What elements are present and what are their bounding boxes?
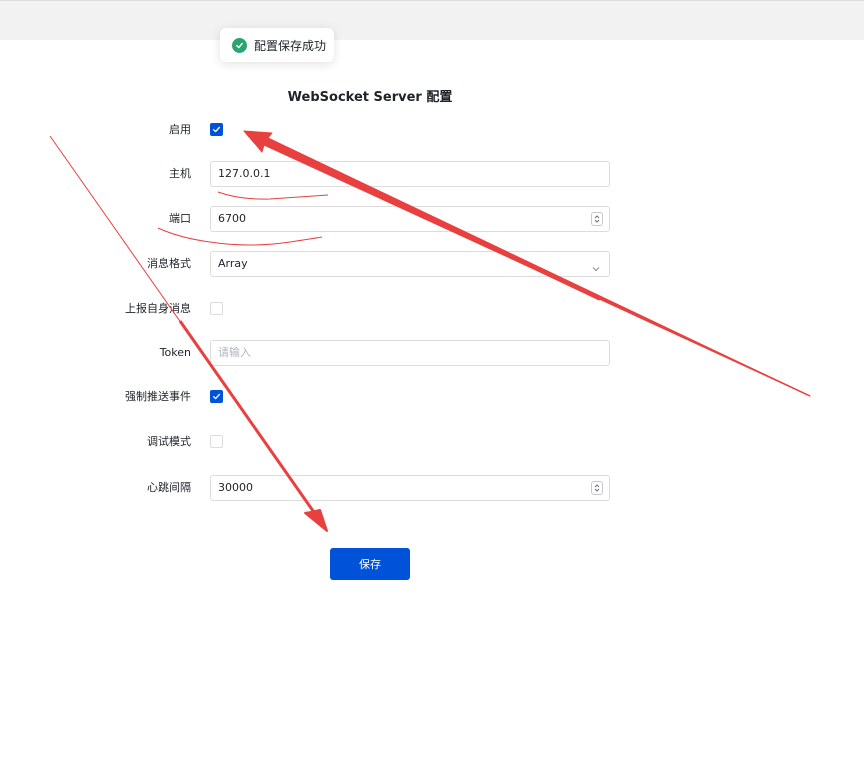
annotation-arrow-to-save bbox=[304, 509, 328, 532]
token-label: Token bbox=[159, 346, 191, 359]
message-format-row: 消息格式 Array bbox=[0, 251, 864, 277]
debug-label: 调试模式 bbox=[147, 435, 191, 448]
port-stepper[interactable] bbox=[591, 212, 603, 226]
heartbeat-label: 心跳间隔 bbox=[147, 481, 191, 494]
check-circle-icon bbox=[232, 37, 247, 53]
enable-label: 启用 bbox=[169, 123, 191, 136]
debug-row: 调试模式 bbox=[0, 429, 864, 455]
token-row: Token 请输入 bbox=[0, 340, 864, 366]
debug-checkbox[interactable] bbox=[210, 435, 223, 448]
top-bar bbox=[0, 0, 864, 40]
host-input[interactable]: 127.0.0.1 bbox=[210, 161, 610, 187]
report-self-checkbox[interactable] bbox=[210, 302, 223, 315]
token-input[interactable]: 请输入 bbox=[210, 340, 610, 366]
token-placeholder: 请输入 bbox=[218, 346, 251, 359]
report-self-row: 上报自身消息 bbox=[0, 296, 864, 322]
chevron-down-icon bbox=[591, 259, 601, 278]
message-format-value: Array bbox=[218, 257, 248, 270]
force-push-checkbox[interactable] bbox=[210, 390, 223, 403]
report-self-label: 上报自身消息 bbox=[125, 302, 191, 315]
port-row: 端口 6700 bbox=[0, 206, 864, 232]
port-value: 6700 bbox=[218, 212, 246, 225]
heartbeat-input[interactable]: 30000 bbox=[210, 475, 610, 501]
message-format-select[interactable]: Array bbox=[210, 251, 610, 277]
save-button[interactable]: 保存 bbox=[330, 548, 410, 580]
success-toast: 配置保存成功 bbox=[220, 28, 334, 62]
heartbeat-value: 30000 bbox=[218, 481, 253, 494]
host-label: 主机 bbox=[169, 167, 191, 180]
port-input[interactable]: 6700 bbox=[210, 206, 610, 232]
force-push-label: 强制推送事件 bbox=[125, 390, 191, 403]
heartbeat-row: 心跳间隔 30000 bbox=[0, 475, 864, 501]
host-row: 主机 127.0.0.1 bbox=[0, 161, 864, 187]
force-push-row: 强制推送事件 bbox=[0, 384, 864, 410]
enable-row: 启用 bbox=[0, 117, 864, 143]
form-title: WebSocket Server 配置 bbox=[287, 90, 453, 105]
host-value: 127.0.0.1 bbox=[218, 167, 271, 180]
enable-checkbox[interactable] bbox=[210, 123, 223, 136]
toast-message: 配置保存成功 bbox=[254, 38, 327, 53]
message-format-label: 消息格式 bbox=[147, 257, 191, 270]
annotation-underline-host bbox=[217, 191, 329, 200]
page: 配置保存成功 WebSocket Server 配置 启用 主机 127.0.0… bbox=[0, 0, 864, 781]
port-label: 端口 bbox=[169, 212, 191, 225]
heartbeat-stepper[interactable] bbox=[591, 481, 603, 495]
